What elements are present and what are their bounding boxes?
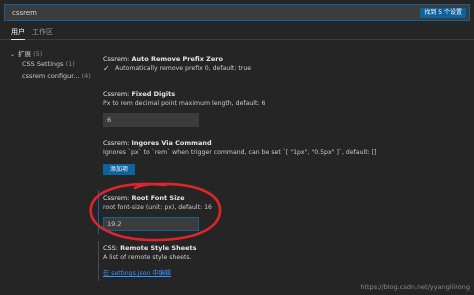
- settings-list: Cssrem: Auto Remove Prefix Zero ✓ Automa…: [98, 44, 474, 295]
- setting-name: Auto Remove Prefix Zero: [131, 55, 223, 63]
- setting-description: Px to rem decimal point maximum length, …: [103, 100, 266, 107]
- red-annotation-circle: [89, 182, 222, 242]
- search-result-count-badge: 找到 5 个设置: [420, 8, 466, 18]
- settings-scope-tabs: 用户 工作区: [0, 24, 474, 40]
- tab-user[interactable]: 用户: [11, 27, 25, 40]
- toc-item-label: cssrem configur...: [22, 72, 80, 80]
- toc-item-label: CSS Settings: [22, 60, 64, 68]
- setting-name: Remote Style Sheets: [120, 244, 197, 252]
- toc-group-extensions[interactable]: ⌄ 扩展 (5): [10, 48, 42, 58]
- setting-auto-remove-prefix-zero: Cssrem: Auto Remove Prefix Zero ✓ Automa…: [98, 52, 474, 76]
- toc-group-label: 扩展: [18, 50, 31, 58]
- setting-category: Cssrem:: [103, 55, 130, 63]
- toc-group-count: (5): [33, 50, 43, 58]
- toc-item-css-settings[interactable]: CSS Settings (1): [22, 60, 75, 68]
- settings-toc: ⌄ 扩展 (5) CSS Settings (1) cssrem configur…: [0, 44, 92, 295]
- setting-description: Ignores `px` to `rem` when trigger comma…: [103, 149, 377, 156]
- checkbox-label: Automatically remove prefix 0, default: …: [115, 65, 252, 72]
- watermark: https://blog.csdn.net/yyangliirong: [360, 283, 470, 291]
- checkbox-auto-remove-prefix-zero[interactable]: ✓: [103, 64, 112, 73]
- toc-item-cssrem-configuration[interactable]: cssrem configur... (4): [22, 72, 91, 80]
- setting-title: Cssrem: Fixed Digits: [103, 90, 175, 98]
- setting-ingores-via-command: Cssrem: Ingores Via Command Ignores `px`…: [98, 139, 474, 179]
- toc-item-count: (1): [65, 60, 75, 68]
- edit-in-settings-json-link[interactable]: 在 settings.json 中编辑: [103, 268, 171, 277]
- settings-search-input[interactable]: [12, 7, 372, 19]
- fixed-digits-input[interactable]: 6: [103, 113, 199, 127]
- setting-fixed-digits: Cssrem: Fixed Digits Px to rem decimal p…: [98, 90, 474, 132]
- setting-category: CSS:: [103, 244, 118, 252]
- tab-workspace[interactable]: 工作区: [32, 27, 53, 40]
- setting-description: A list of remote style sheets.: [103, 254, 192, 261]
- add-item-button[interactable]: 添加项: [103, 164, 135, 175]
- chevron-down-icon: ⌄: [10, 51, 16, 58]
- setting-category: Cssrem:: [103, 90, 130, 98]
- setting-title: CSS: Remote Style Sheets: [103, 244, 197, 252]
- toc-item-count: (4): [81, 72, 91, 80]
- setting-category: Cssrem:: [103, 139, 130, 147]
- setting-remote-style-sheets: CSS: Remote Style Sheets A list of remot…: [98, 244, 474, 284]
- setting-name: Fixed Digits: [131, 90, 176, 98]
- setting-name: Ingores Via Command: [131, 139, 212, 147]
- setting-title: Cssrem: Ingores Via Command: [103, 139, 212, 147]
- setting-title: Cssrem: Auto Remove Prefix Zero: [103, 55, 223, 63]
- settings-search-bar[interactable]: 找到 5 个设置: [4, 4, 470, 21]
